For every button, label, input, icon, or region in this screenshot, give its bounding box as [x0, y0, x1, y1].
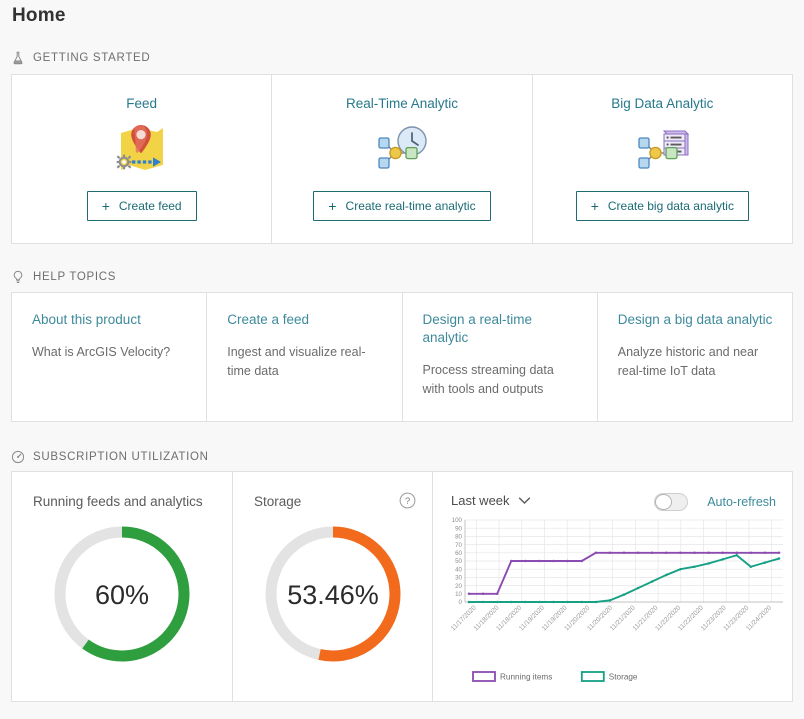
help-card-create-a-feed: Create a feed Ingest and visualize real-… [207, 293, 403, 421]
flask-icon [11, 51, 25, 65]
running-donut-chart: 60% [12, 518, 232, 670]
card-feed-title: Feed [126, 96, 158, 111]
subscription-utilization-panel: Running feeds and analytics 60% Storage … [11, 471, 793, 702]
card-real-time-analytic-title: Real-Time Analytic [345, 96, 459, 111]
create-feed-button[interactable]: + Create feed [86, 191, 197, 221]
question-circle-icon[interactable]: ? [399, 492, 416, 509]
auto-refresh-label: Auto-refresh [707, 495, 776, 509]
create-real-time-analytic-button-label: Create real-time analytic [345, 199, 476, 213]
create-big-data-analytic-button-label: Create big data analytic [607, 199, 734, 213]
help-desc-create-a-feed: Ingest and visualize real-time data [227, 345, 366, 378]
utilization-line-chart: 0 10 20 30 40 50 60 70 80 90 100 11/17/2020 11/18/20… [439, 516, 791, 691]
svg-text:50: 50 [455, 558, 462, 565]
svg-text:80: 80 [455, 534, 462, 541]
help-link-create-a-feed[interactable]: Create a feed [227, 311, 383, 329]
chart-toolbar: Last week Auto-refresh [451, 493, 776, 515]
chevron-down-icon [518, 493, 531, 508]
card-big-data-analytic: Big Data Analytic + Create big data anal… [533, 75, 792, 243]
create-feed-button-label: Create feed [118, 199, 182, 213]
section-label-help-topics: HELP TOPICS [33, 271, 117, 283]
create-real-time-analytic-button[interactable]: + Create real-time analytic [313, 191, 491, 221]
svg-text:70: 70 [455, 542, 462, 549]
section-label-getting-started: GETTING STARTED [33, 52, 151, 64]
auto-refresh-toggle[interactable] [654, 493, 688, 511]
svg-text:10: 10 [455, 591, 462, 598]
plus-icon: + [101, 198, 110, 214]
plus-icon: + [590, 198, 599, 214]
card-utilization-chart: Last week Auto-refresh 0 10 20 30 40 50 60 70 80… [433, 472, 792, 701]
feed-map-pin-icon [111, 121, 173, 177]
help-topics-cards: About this product What is ArcGIS Veloci… [11, 292, 793, 422]
toggle-knob [655, 494, 672, 510]
create-big-data-analytic-button[interactable]: + Create big data analytic [575, 191, 749, 221]
section-header-subscription-utilization: SUBSCRIPTION UTILIZATION [11, 450, 209, 464]
section-label-subscription-utilization: SUBSCRIPTION UTILIZATION [33, 451, 209, 463]
svg-text:40: 40 [455, 566, 462, 573]
svg-text:?: ? [405, 496, 410, 507]
help-desc-design-a-real-time-analytic: Process streaming data with tools and ou… [422, 363, 554, 396]
help-link-design-a-real-time-analytic[interactable]: Design a real-time analytic [423, 311, 579, 347]
card-feed: Feed + Create feed [12, 75, 273, 243]
svg-text:90: 90 [455, 525, 462, 532]
section-header-help-topics: HELP TOPICS [11, 270, 116, 284]
help-card-about-this-product: About this product What is ArcGIS Veloci… [12, 293, 208, 421]
svg-text:100: 100 [452, 517, 463, 524]
getting-started-cards: Feed + Create feed Real-Time Analytic + … [11, 74, 793, 244]
gauge-icon [11, 450, 25, 464]
svg-text:0: 0 [459, 599, 463, 606]
help-link-about-this-product[interactable]: About this product [32, 311, 188, 329]
help-card-design-a-big-data-analytic: Design a big data analytic Analyze histo… [598, 293, 792, 421]
running-card-title: Running feeds and analytics [33, 494, 203, 509]
bigdata-server-nodes-icon [631, 121, 693, 177]
section-header-getting-started: GETTING STARTED [11, 51, 150, 65]
help-desc-about-this-product: What is ArcGIS Velocity? [32, 345, 171, 359]
card-running-feeds-and-analytics: Running feeds and analytics 60% [12, 472, 233, 701]
storage-donut-chart: 53.46% [233, 518, 432, 670]
svg-text:Storage: Storage [609, 673, 638, 682]
home-page: Home GETTING STARTED Feed + Create feed … [0, 0, 804, 719]
svg-text:20: 20 [455, 583, 462, 590]
time-range-select[interactable]: Last week [451, 493, 531, 508]
card-real-time-analytic: Real-Time Analytic + Create real-time an… [272, 75, 533, 243]
page-title: Home [12, 5, 66, 26]
svg-text:30: 30 [455, 575, 462, 582]
lightbulb-icon [11, 270, 25, 284]
help-card-design-a-real-time-analytic: Design a real-time analytic Process stre… [403, 293, 598, 421]
realtime-clock-nodes-icon [371, 121, 433, 177]
svg-text:60: 60 [455, 550, 462, 557]
time-range-label: Last week [451, 493, 510, 508]
help-desc-design-a-big-data-analytic: Analyze historic and near real-time IoT … [617, 345, 759, 378]
card-big-data-analytic-title: Big Data Analytic [611, 96, 714, 111]
running-donut-value: 60% [95, 580, 149, 610]
help-link-design-a-big-data-analytic[interactable]: Design a big data analytic [618, 311, 774, 329]
plus-icon: + [328, 198, 337, 214]
svg-text:Running items: Running items [500, 673, 552, 682]
storage-card-title: Storage [254, 494, 302, 509]
card-storage: Storage ? 53.46% [233, 472, 433, 701]
storage-donut-value: 53.46% [287, 580, 379, 610]
